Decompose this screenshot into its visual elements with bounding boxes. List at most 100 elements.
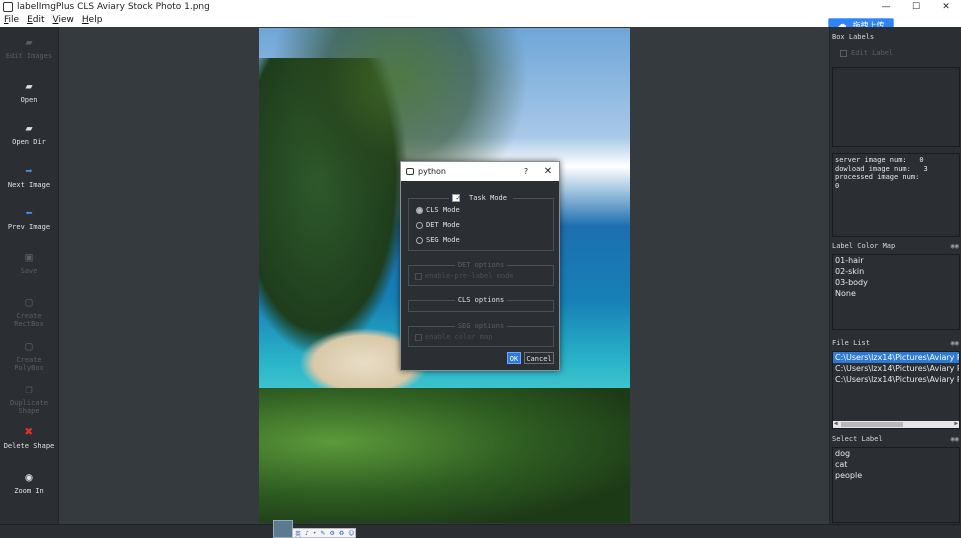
taskbar-thumbnail[interactable] <box>273 520 293 538</box>
box-labels-title: Box Labels <box>832 33 875 41</box>
pre-label-checkbox[interactable]: enable-pre-label mode <box>415 272 514 281</box>
list-item[interactable]: 01-hair <box>833 255 959 266</box>
task-mode-title-row: ✓ Task Mode <box>409 194 553 203</box>
tool-label: Duplicate Shape <box>10 399 48 415</box>
zoom-in-button[interactable]: ◉ Zoom In <box>0 470 58 495</box>
right-dock: Box Labels Edit Label server image num: … <box>830 27 961 524</box>
create-rectbox-button[interactable]: ▢ Create RectBox <box>0 295 58 328</box>
det-options-title-row: DET options <box>409 261 553 270</box>
ok-button[interactable]: OK <box>507 352 521 364</box>
list-item[interactable]: people <box>833 470 959 481</box>
label-color-map-list[interactable]: 01-hair 02-skin 03-body None <box>832 254 960 330</box>
settings-dialog: python ? ✕ ✓ Task Mode CLS Mode DET Mode … <box>400 161 560 371</box>
open-dir-button[interactable]: ▰ Open Dir <box>0 121 58 146</box>
det-mode-radio[interactable]: DET Mode <box>416 221 460 230</box>
ime-icon[interactable]: ♻ <box>337 530 346 537</box>
ime-icon[interactable]: • <box>311 530 319 537</box>
label-color-map-title: Label Color Map <box>832 242 896 250</box>
dialog-close-button[interactable]: ✕ <box>537 166 559 177</box>
cancel-button[interactable]: Cancel <box>524 352 554 364</box>
server-info-box: server image num: 0 dowload image num: 3… <box>832 153 960 237</box>
ime-icon[interactable]: ☺ <box>346 530 356 537</box>
list-item[interactable]: dog <box>833 448 959 459</box>
dock-buttons[interactable]: ◉◉ <box>951 240 959 252</box>
zoom-in-icon: ◉ <box>25 470 33 484</box>
minimize-button[interactable]: — <box>871 0 901 14</box>
arrow-right-icon: ➡ <box>25 164 33 178</box>
tool-label: Delete Shape <box>3 442 55 450</box>
select-label-list[interactable]: dog cat people <box>832 447 960 523</box>
dock-buttons[interactable]: ◉◉ <box>951 433 959 445</box>
seg-mode-radio[interactable]: SEG Mode <box>416 236 460 245</box>
select-label-header: Select Label ◉◉ <box>832 433 961 445</box>
delete-icon: ✖ <box>24 424 34 440</box>
list-item[interactable]: None <box>833 288 959 299</box>
scroll-thumb[interactable] <box>841 422 903 427</box>
radio-label: CLS Mode <box>426 206 460 214</box>
ime-toolbar[interactable]: 英 ♪ • ✎ ⚙ ♻ ☺ <box>292 528 356 538</box>
tool-label: Open <box>20 96 38 104</box>
dialog-help-button[interactable]: ? <box>515 167 537 176</box>
edit-label-checkbox[interactable]: Edit Label <box>832 43 960 57</box>
menu-file[interactable]: File <box>0 14 23 27</box>
maximize-button[interactable]: ☐ <box>901 0 931 14</box>
duplicate-shape-button[interactable]: ❐ Duplicate Shape <box>0 382 58 415</box>
file-list-item[interactable]: C:\Users\lzx14\Pictures\Aviary Photo <box>833 363 959 374</box>
color-map-checkbox[interactable]: enable color map <box>415 333 492 342</box>
scroll-right-icon[interactable]: ▶ <box>954 420 958 427</box>
select-label-title: Select Label <box>832 435 883 443</box>
tool-label: Prev Image <box>7 223 51 231</box>
tool-label: Save <box>20 267 38 275</box>
tool-label: Zoom In <box>14 487 44 495</box>
server-image-num: server image num: 0 <box>835 156 924 164</box>
save-button[interactable]: ▣ Save <box>0 250 58 275</box>
window-controls: — ☐ ✕ <box>871 0 961 14</box>
task-mode-group: ✓ Task Mode CLS Mode DET Mode SEG Mode <box>408 194 554 251</box>
download-image-num: dowload image num: 3 <box>835 164 928 173</box>
box-labels-header: Box Labels <box>832 31 961 43</box>
arrow-left-icon: ⬅ <box>25 206 33 220</box>
tool-label: Next Image <box>7 181 51 189</box>
menu-help[interactable]: Help <box>78 14 107 27</box>
open-button[interactable]: ▰ Open <box>0 79 58 104</box>
close-button[interactable]: ✕ <box>931 0 961 14</box>
task-mode-checkbox[interactable]: ✓ <box>452 194 460 202</box>
file-list-scrollbar[interactable]: ◀ ▶ <box>833 420 959 428</box>
tool-label: Edit Images <box>5 52 53 60</box>
edit-label-text: Edit Label <box>851 49 894 57</box>
rect-icon: ▢ <box>25 295 33 309</box>
ime-icon[interactable]: ⚙ <box>327 530 336 537</box>
delete-shape-button[interactable]: ✖ Delete Shape <box>0 425 58 450</box>
create-polybox-button[interactable]: ▢ Create PolyBox <box>0 339 58 372</box>
status-bar <box>0 524 961 538</box>
file-list-item[interactable]: C:\Users\lzx14\Pictures\Aviary Photo <box>833 352 959 363</box>
file-list-header: File List ◉◉ <box>832 337 961 349</box>
menu-edit[interactable]: Edit <box>23 14 48 27</box>
dialog-title: python <box>418 167 446 176</box>
next-image-button[interactable]: ➡ Next Image <box>0 164 58 189</box>
prev-image-button[interactable]: ⬅ Prev Image <box>0 206 58 231</box>
app-icon <box>3 2 13 12</box>
list-item[interactable]: cat <box>833 459 959 470</box>
list-item[interactable]: 02-skin <box>833 266 959 277</box>
edit-images-button[interactable]: ▰ Edit Images <box>0 35 58 60</box>
radio-label: SEG Mode <box>426 236 460 244</box>
box-labels-list[interactable] <box>832 67 960 147</box>
cls-mode-radio[interactable]: CLS Mode <box>416 206 460 215</box>
menu-view[interactable]: View <box>49 14 78 27</box>
dock-buttons[interactable]: ◉◉ <box>951 337 959 349</box>
file-list[interactable]: C:\Users\lzx14\Pictures\Aviary Photo C:\… <box>832 351 960 429</box>
ime-lang[interactable]: 英 <box>293 529 303 538</box>
list-item[interactable]: 03-body <box>833 277 959 288</box>
cls-options-title: CLS options <box>454 296 508 304</box>
ime-icon[interactable]: ♪ <box>303 530 311 537</box>
task-mode-title: Task Mode <box>466 194 510 202</box>
file-list-item[interactable]: C:\Users\lzx14\Pictures\Aviary Photo <box>833 374 959 385</box>
scroll-left-icon[interactable]: ◀ <box>834 420 838 427</box>
radio-label: DET Mode <box>426 221 460 229</box>
checkbox-label: enable color map <box>425 333 493 341</box>
cls-options-title-row: CLS options <box>409 296 553 305</box>
ime-icon[interactable]: ✎ <box>318 530 327 537</box>
poly-icon: ▢ <box>25 339 33 353</box>
checkbox-label: enable-pre-label mode <box>425 272 514 280</box>
